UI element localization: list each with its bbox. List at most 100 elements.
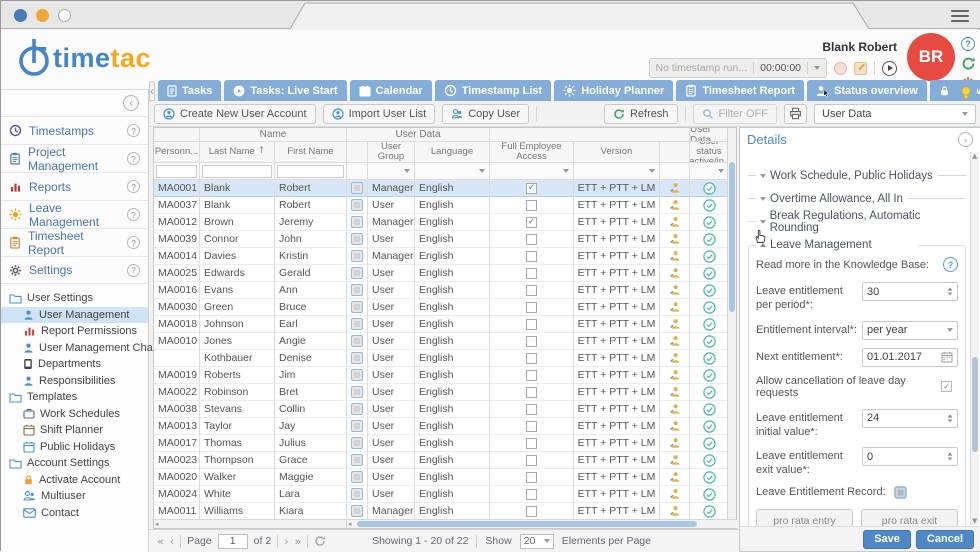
timestamp-widget[interactable]: No timestamp run... 00:00:00	[649, 58, 828, 78]
tab-tasks-live-start[interactable]: Tasks: Live Start	[224, 80, 346, 101]
full-employee-access-checkbox[interactable]	[526, 251, 537, 262]
scrollbar-thumb[interactable]	[357, 521, 697, 527]
table-row-MA0038[interactable]: MA0038StevansCollinUserEnglishETT + PTT …	[154, 401, 736, 418]
tab-holiday-planner[interactable]: Holiday Planner	[554, 80, 673, 101]
row-detail-icon[interactable]	[351, 488, 363, 500]
table-row-MA0018[interactable]: MA0018JohnsonEarlUserEnglishETT + PTT + …	[154, 316, 736, 333]
tips-bulb-button[interactable]	[955, 82, 977, 103]
row-detail-icon[interactable]	[351, 369, 363, 381]
tree-item-public-holidays[interactable]: Public Holidays	[1, 439, 148, 456]
table-row-MA0019[interactable]: MA0019RobertsJimUserEnglishETT + PTT + L…	[154, 367, 736, 384]
tab-calendar[interactable]: Calendar	[350, 80, 432, 101]
allow-cancellation-of-leave-day-requests-checkbox[interactable]: ✓	[941, 381, 952, 392]
sidebar-collapse-icon[interactable]: ‹	[123, 95, 139, 111]
stop-timer-icon[interactable]	[834, 62, 847, 75]
row-detail-icon[interactable]	[351, 386, 363, 398]
table-row-MA0020[interactable]: MA0020WalkerMaggieUserEnglishETT + PTT +…	[154, 469, 736, 486]
table-row-MA0011[interactable]: MA0011WilliamsKiaraManagerEnglishETT + P…	[154, 503, 736, 520]
full-employee-access-checkbox[interactable]	[526, 438, 537, 449]
scroll-left-icon[interactable]: ◂	[155, 521, 159, 528]
save-button[interactable]: Save	[863, 530, 911, 549]
table-row-MA0010[interactable]: MA0010JonesAngieUserEnglishETT + PTT + L…	[154, 333, 736, 350]
create-new-user-button[interactable]: Create New User Account	[154, 104, 316, 124]
scrollbar-thumb[interactable]	[972, 357, 978, 452]
entitlement-interval-input[interactable]: per year	[862, 321, 958, 340]
section-work-schedule-public-holidays[interactable]: Work Schedule, Public Holidays	[748, 164, 966, 187]
filter-select[interactable]	[692, 165, 726, 178]
page-number-input[interactable]	[218, 534, 248, 549]
leave-entitlement-initial-value-input[interactable]: 24	[862, 409, 958, 428]
full-employee-access-checkbox[interactable]	[526, 421, 537, 432]
pro-rata-entry-button[interactable]: pro rata entry	[756, 509, 853, 526]
section-overtime-allowance-all-in[interactable]: Overtime Allowance, All In	[748, 187, 966, 210]
view-select[interactable]: User Data	[814, 104, 976, 124]
full-employee-access-checkbox[interactable]	[526, 268, 537, 279]
row-detail-icon[interactable]	[351, 182, 363, 194]
row-detail-icon[interactable]	[351, 233, 363, 245]
full-employee-access-checkbox[interactable]	[526, 506, 537, 517]
tab-status-overview[interactable]: Status overview	[807, 80, 927, 101]
filter-first-name-input[interactable]	[277, 165, 344, 178]
help-icon[interactable]: ?	[127, 152, 140, 165]
pro-rata-exit-button[interactable]: pro rata exit	[861, 509, 958, 526]
scroll-left-icon[interactable]: ◂	[348, 521, 352, 528]
table-row-MA0037[interactable]: MA0037BlankRobertUserEnglishETT + PTT + …	[154, 197, 736, 214]
full-employee-access-checkbox[interactable]: ✓	[526, 183, 537, 194]
full-employee-access-checkbox[interactable]	[526, 234, 537, 245]
full-employee-access-checkbox[interactable]	[526, 200, 537, 211]
tree-item-departments[interactable]: Departments	[1, 356, 148, 373]
leave-entitlement-exit-value-input[interactable]: 0	[862, 447, 958, 466]
sidebar-item-reports[interactable]: Reports ?	[1, 172, 148, 200]
full-employee-access-checkbox[interactable]	[526, 336, 537, 347]
sidebar-item-timestamps[interactable]: Timestamps ?	[1, 116, 148, 144]
grid-vertical-scrollbar[interactable]	[727, 128, 736, 521]
tree-item-user-management-changelog[interactable]: User Management Changelog	[1, 340, 148, 357]
window-dot-blue[interactable]	[14, 9, 27, 22]
details-scrollbar[interactable]: ▲ ▼	[970, 152, 979, 525]
row-detail-icon[interactable]	[351, 437, 363, 449]
table-row-MA0039[interactable]: MA0039ConnorJohnUserEnglishETT + PTT + L…	[154, 231, 736, 248]
row-detail-icon[interactable]	[351, 216, 363, 228]
section-leave-management[interactable]: Leave Management	[756, 239, 918, 251]
full-employee-access-checkbox[interactable]	[526, 472, 537, 483]
window-dot-yellow[interactable]	[36, 9, 49, 22]
tree-item-user-settings[interactable]: User Settings	[1, 290, 148, 307]
row-detail-icon[interactable]	[351, 471, 363, 483]
chevron-down-icon[interactable]	[814, 66, 820, 70]
full-employee-access-checkbox[interactable]: ✓	[526, 217, 537, 228]
tree-item-multiuser[interactable]: Multiuser	[1, 488, 148, 505]
copy-user-button[interactable]: Copy User	[442, 104, 529, 124]
full-employee-access-checkbox[interactable]	[526, 489, 537, 500]
sidebar-item-project-management[interactable]: Project Management ?	[1, 144, 148, 172]
help-icon[interactable]: ?	[127, 208, 140, 221]
window-dot-white[interactable]	[58, 9, 71, 22]
table-row-MA0017[interactable]: MA0017ThomasJuliusUserEnglishETT + PTT +…	[154, 435, 736, 452]
row-detail-icon[interactable]	[351, 420, 363, 432]
sidebar-item-settings[interactable]: Settings ?	[1, 256, 148, 284]
row-detail-icon[interactable]	[351, 352, 363, 364]
full-employee-access-checkbox[interactable]	[526, 387, 537, 398]
sidebar-item-timesheet-report[interactable]: Timesheet Report ?	[1, 228, 148, 256]
tree-item-contact[interactable]: Contact	[1, 505, 148, 522]
table-row-MA0013[interactable]: MA0013TaylorJayUserEnglishETT + PTT + LM	[154, 418, 736, 435]
row-detail-icon[interactable]	[351, 505, 363, 517]
table-row-MA0014[interactable]: MA0014DaviesKristinManagerEnglishETT + P…	[154, 248, 736, 265]
edit-timestamp-icon[interactable]	[854, 62, 867, 75]
scrollbar-thumb[interactable]	[729, 162, 735, 312]
row-detail-icon[interactable]	[351, 284, 363, 296]
row-detail-icon[interactable]	[351, 454, 363, 466]
full-employee-access-checkbox[interactable]	[526, 404, 537, 415]
next-page-icon[interactable]: ›	[284, 535, 288, 548]
tabs-scroll-left-icon[interactable]: ‹	[149, 81, 155, 101]
row-detail-icon[interactable]	[351, 199, 363, 211]
filter-select[interactable]	[492, 165, 571, 178]
tree-item-shift-planner[interactable]: Shift Planner	[1, 422, 148, 439]
leave-entitlement-per-period-input[interactable]: 30	[862, 282, 958, 301]
table-row-MA0001[interactable]: MA0001BlankRobertManagerEnglish✓ETT + PT…	[154, 180, 736, 197]
scroll-down-icon[interactable]: ▼	[972, 517, 977, 525]
table-row-kothbauer[interactable]: KothbauerDeniseUserEnglishETT + PTT + LM	[154, 350, 736, 367]
filter-off-button[interactable]: Filter OFF	[693, 104, 778, 124]
last-page-icon[interactable]: »	[295, 535, 302, 548]
details-expand-icon[interactable]: ›	[958, 132, 973, 147]
table-row-MA0022[interactable]: MA0022RobinsonBretUserEnglishETT + PTT +…	[154, 384, 736, 401]
